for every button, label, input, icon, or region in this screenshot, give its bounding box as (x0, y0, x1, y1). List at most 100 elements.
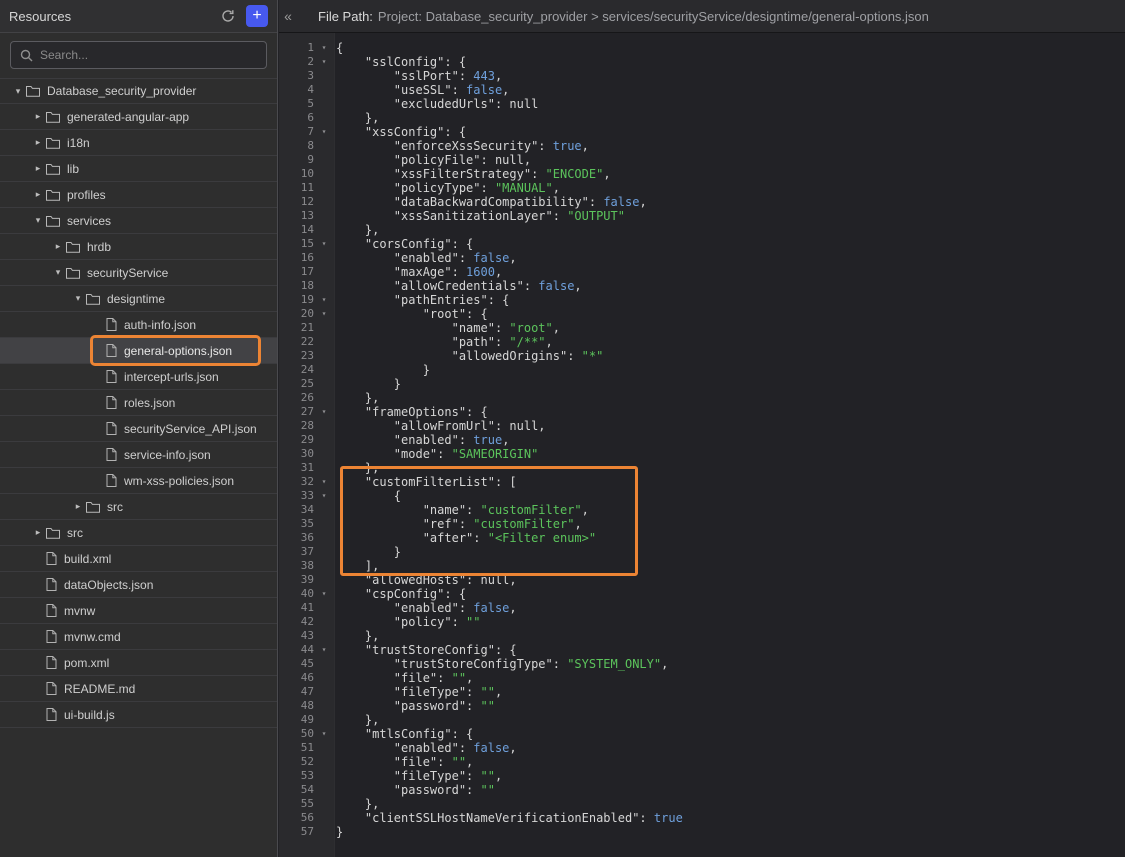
fold-icon[interactable]: ▾ (317, 727, 331, 741)
tree-item-database-security-provider[interactable]: ▾Database_security_provider (0, 78, 277, 104)
code-line-6[interactable]: 6 }, (279, 111, 1125, 125)
code-line-32[interactable]: 32▾ "customFilterList": [ (279, 475, 1125, 489)
code-line-39[interactable]: 39 "allowedHosts": null, (279, 573, 1125, 587)
fold-icon[interactable]: ▾ (317, 643, 331, 657)
tree-item-ui-build-js[interactable]: ui-build.js (0, 702, 277, 728)
code-line-50[interactable]: 50▾ "mtlsConfig": { (279, 727, 1125, 741)
fold-icon[interactable]: ▾ (317, 587, 331, 601)
code-line-34[interactable]: 34 "name": "customFilter", (279, 503, 1125, 517)
refresh-icon[interactable] (218, 6, 238, 26)
search-box[interactable] (10, 41, 267, 69)
tree-item-general-options-json[interactable]: general-options.json (0, 338, 277, 364)
code-line-7[interactable]: 7▾ "xssConfig": { (279, 125, 1125, 139)
tree-item-intercept-urls-json[interactable]: intercept-urls.json (0, 364, 277, 390)
code-line-54[interactable]: 54 "password": "" (279, 783, 1125, 797)
code-line-11[interactable]: 11 "policyType": "MANUAL", (279, 181, 1125, 195)
tree-item-src[interactable]: ▸src (0, 494, 277, 520)
code-line-23[interactable]: 23 "allowedOrigins": "*" (279, 349, 1125, 363)
code-line-21[interactable]: 21 "name": "root", (279, 321, 1125, 335)
collapse-panel-icon[interactable]: « (279, 8, 297, 24)
code-line-25[interactable]: 25 } (279, 377, 1125, 391)
code-line-15[interactable]: 15▾ "corsConfig": { (279, 237, 1125, 251)
code-line-17[interactable]: 17 "maxAge": 1600, (279, 265, 1125, 279)
tree-item-pom-xml[interactable]: pom.xml (0, 650, 277, 676)
tree-item-build-xml[interactable]: build.xml (0, 546, 277, 572)
chevron-right-icon[interactable]: ▸ (30, 528, 46, 537)
code-line-13[interactable]: 13 "xssSanitizationLayer": "OUTPUT" (279, 209, 1125, 223)
fold-icon[interactable]: ▾ (317, 489, 331, 503)
code-line-37[interactable]: 37 } (279, 545, 1125, 559)
tree-item-i18n[interactable]: ▸i18n (0, 130, 277, 156)
code-line-56[interactable]: 56 "clientSSLHostNameVerificationEnabled… (279, 811, 1125, 825)
chevron-right-icon[interactable]: ▸ (70, 502, 86, 511)
code-line-38[interactable]: 38 ], (279, 559, 1125, 573)
code-line-16[interactable]: 16 "enabled": false, (279, 251, 1125, 265)
code-line-53[interactable]: 53 "fileType": "", (279, 769, 1125, 783)
code-line-3[interactable]: 3 "sslPort": 443, (279, 69, 1125, 83)
tree-item-hrdb[interactable]: ▸hrdb (0, 234, 277, 260)
chevron-down-icon[interactable]: ▾ (10, 87, 26, 96)
code-line-33[interactable]: 33▾ { (279, 489, 1125, 503)
tree-item-mvnw-cmd[interactable]: mvnw.cmd (0, 624, 277, 650)
tree-item-src[interactable]: ▸src (0, 520, 277, 546)
fold-icon[interactable]: ▾ (317, 41, 331, 55)
fold-icon[interactable]: ▾ (317, 55, 331, 69)
code-line-47[interactable]: 47 "fileType": "", (279, 685, 1125, 699)
chevron-down-icon[interactable]: ▾ (50, 268, 66, 277)
code-line-8[interactable]: 8 "enforceXssSecurity": true, (279, 139, 1125, 153)
tree-item-generated-angular-app[interactable]: ▸generated-angular-app (0, 104, 277, 130)
code-line-49[interactable]: 49 }, (279, 713, 1125, 727)
code-line-40[interactable]: 40▾ "cspConfig": { (279, 587, 1125, 601)
code-line-46[interactable]: 46 "file": "", (279, 671, 1125, 685)
tree-item-profiles[interactable]: ▸profiles (0, 182, 277, 208)
tree-item-dataobjects-json[interactable]: dataObjects.json (0, 572, 277, 598)
code-line-30[interactable]: 30 "mode": "SAMEORIGIN" (279, 447, 1125, 461)
tree-item-auth-info-json[interactable]: auth-info.json (0, 312, 277, 338)
code-line-42[interactable]: 42 "policy": "" (279, 615, 1125, 629)
code-line-10[interactable]: 10 "xssFilterStrategy": "ENCODE", (279, 167, 1125, 181)
code-line-9[interactable]: 9 "policyFile": null, (279, 153, 1125, 167)
tree-item-service-info-json[interactable]: service-info.json (0, 442, 277, 468)
chevron-right-icon[interactable]: ▸ (30, 112, 46, 121)
code-line-4[interactable]: 4 "useSSL": false, (279, 83, 1125, 97)
fold-icon[interactable]: ▾ (317, 475, 331, 489)
fold-icon[interactable]: ▾ (317, 405, 331, 419)
chevron-down-icon[interactable]: ▾ (30, 216, 46, 225)
code-line-44[interactable]: 44▾ "trustStoreConfig": { (279, 643, 1125, 657)
tree-item-securityservice[interactable]: ▾securityService (0, 260, 277, 286)
code-line-19[interactable]: 19▾ "pathEntries": { (279, 293, 1125, 307)
code-line-36[interactable]: 36 "after": "<Filter enum>" (279, 531, 1125, 545)
code-line-5[interactable]: 5 "excludedUrls": null (279, 97, 1125, 111)
code-line-43[interactable]: 43 }, (279, 629, 1125, 643)
fold-icon[interactable]: ▾ (317, 237, 331, 251)
chevron-right-icon[interactable]: ▸ (30, 164, 46, 173)
code-line-22[interactable]: 22 "path": "/**", (279, 335, 1125, 349)
fold-icon[interactable]: ▾ (317, 307, 331, 321)
code-line-29[interactable]: 29 "enabled": true, (279, 433, 1125, 447)
chevron-right-icon[interactable]: ▸ (30, 138, 46, 147)
chevron-right-icon[interactable]: ▸ (50, 242, 66, 251)
fold-icon[interactable]: ▾ (317, 125, 331, 139)
code-line-24[interactable]: 24 } (279, 363, 1125, 377)
code-line-35[interactable]: 35 "ref": "customFilter", (279, 517, 1125, 531)
chevron-right-icon[interactable]: ▸ (30, 190, 46, 199)
code-line-31[interactable]: 31 }, (279, 461, 1125, 475)
code-line-57[interactable]: 57} (279, 825, 1125, 839)
code-line-28[interactable]: 28 "allowFromUrl": null, (279, 419, 1125, 433)
code-line-45[interactable]: 45 "trustStoreConfigType": "SYSTEM_ONLY"… (279, 657, 1125, 671)
tree-item-readme-md[interactable]: README.md (0, 676, 277, 702)
tree-item-designtime[interactable]: ▾designtime (0, 286, 277, 312)
code-line-1[interactable]: 1▾{ (279, 41, 1125, 55)
code-line-2[interactable]: 2▾ "sslConfig": { (279, 55, 1125, 69)
tree-item-roles-json[interactable]: roles.json (0, 390, 277, 416)
add-button[interactable]: + (246, 5, 268, 27)
code-line-14[interactable]: 14 }, (279, 223, 1125, 237)
tree-item-services[interactable]: ▾services (0, 208, 277, 234)
code-line-51[interactable]: 51 "enabled": false, (279, 741, 1125, 755)
search-input[interactable] (40, 48, 257, 62)
code-line-12[interactable]: 12 "dataBackwardCompatibility": false, (279, 195, 1125, 209)
chevron-down-icon[interactable]: ▾ (70, 294, 86, 303)
code-line-55[interactable]: 55 }, (279, 797, 1125, 811)
tree-item-mvnw[interactable]: mvnw (0, 598, 277, 624)
code-line-26[interactable]: 26 }, (279, 391, 1125, 405)
